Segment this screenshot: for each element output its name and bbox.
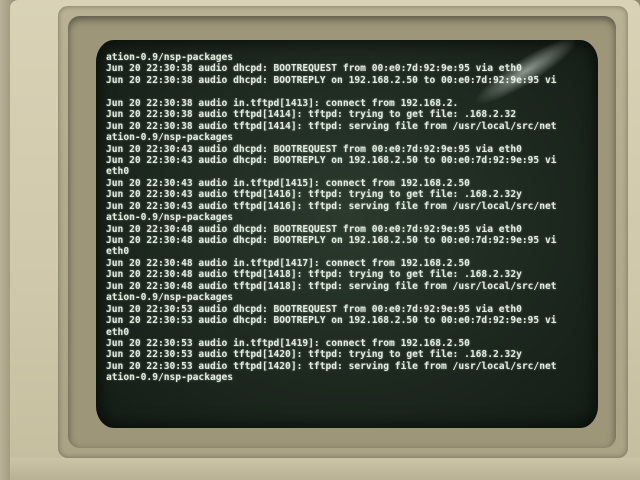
terminal-line: eth0 — [106, 246, 130, 258]
terminal-line: eth0 — [106, 326, 130, 338]
terminal-line: ation-0.9/nsp-packages — [106, 212, 234, 224]
terminal-line: Jun 20 22:30:48 audio tftpd[1418]: tftpd… — [106, 280, 557, 292]
terminal-line: eth0 — [106, 166, 130, 178]
monitor-chin — [10, 458, 640, 480]
terminal-line: Jun 20 22:30:38 audio tftpd[1414]: tftpd… — [106, 120, 557, 132]
terminal-line: ation-0.9/nsp-packages — [106, 132, 234, 144]
terminal-line: Jun 20 22:30:43 audio in.tftpd[1415]: co… — [106, 177, 470, 189]
terminal-line: Jun 20 22:30:43 audio tftpd[1416]: tftpd… — [106, 189, 522, 201]
terminal-console-output: ation-0.9/nsp-packages Jun 20 22:30:38 au… — [106, 52, 596, 384]
terminal-line: Jun 20 22:30:38 audio dhcpd: BOOTREPLY o… — [106, 74, 557, 86]
terminal-line: Jun 20 22:30:48 audio tftpd[1418]: tftpd… — [106, 269, 522, 281]
terminal-line: Jun 20 22:30:38 audio dhcpd: BOOTREQUEST… — [106, 63, 522, 75]
photo-scene: ation-0.9/nsp-packages Jun 20 22:30:38 au… — [0, 0, 640, 480]
terminal-line: Jun 20 22:30:38 audio tftpd[1414]: tftpd… — [106, 109, 517, 121]
terminal-line: Jun 20 22:30:43 audio dhcpd: BOOTREPLY o… — [106, 154, 557, 166]
terminal-line: Jun 20 22:30:48 audio dhcpd: BOOTREPLY o… — [106, 235, 557, 246]
terminal-line: Jun 20 22:30:53 audio in.tftpd[1419]: co… — [106, 337, 470, 349]
terminal-line: ation-0.9/nsp-packages — [106, 52, 234, 63]
terminal-line: Jun 20 22:30:38 audio in.tftpd[1413]: co… — [106, 97, 459, 109]
terminal-line: ation-0.9/nsp-packages — [106, 372, 234, 384]
terminal-line: Jun 20 22:30:43 audio tftpd[1416]: tftpd… — [106, 200, 557, 212]
crt-monitor: ation-0.9/nsp-packages Jun 20 22:30:38 au… — [10, 0, 640, 480]
terminal-line: Jun 20 22:30:43 audio dhcpd: BOOTREQUEST… — [106, 143, 522, 155]
terminal-line: Jun 20 22:30:48 audio in.tftpd[1417]: co… — [106, 257, 470, 269]
terminal-line: ation-0.9/nsp-packages — [106, 292, 234, 304]
terminal-line: Jun 20 22:30:53 audio tftpd[1420]: tftpd… — [106, 349, 522, 361]
terminal-line: Jun 20 22:30:53 audio dhcpd: BOOTREQUEST… — [106, 303, 522, 315]
crt-screen: ation-0.9/nsp-packages Jun 20 22:30:38 au… — [96, 40, 598, 428]
terminal-line: Jun 20 22:30:53 audio dhcpd: BOOTREPLY o… — [106, 315, 557, 327]
terminal-line: Jun 20 22:30:53 audio tftpd[1420]: tftpd… — [106, 360, 557, 372]
terminal-line: Jun 20 22:30:48 audio dhcpd: BOOTREQUEST… — [106, 223, 522, 235]
